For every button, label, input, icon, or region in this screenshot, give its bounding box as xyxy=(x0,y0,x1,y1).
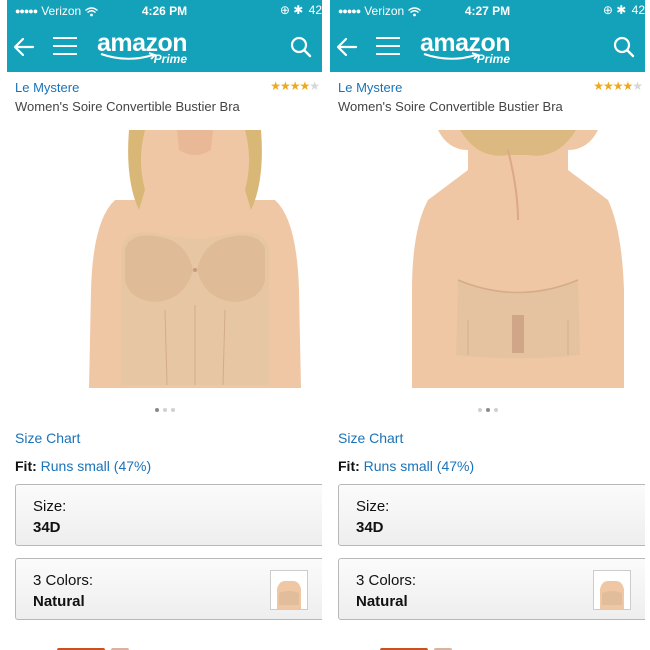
battery-level: 42 xyxy=(631,3,645,17)
star-rating[interactable]: ★★★★★ xyxy=(593,79,643,93)
size-selector[interactable]: Size: 34D xyxy=(15,484,322,546)
product-image-back[interactable] xyxy=(408,130,628,388)
back-arrow-icon[interactable] xyxy=(336,36,358,58)
color-swatch-thumbnail[interactable] xyxy=(270,570,308,610)
fit-label: Fit: xyxy=(338,458,360,474)
empty-star-icon: ★ xyxy=(309,79,320,93)
status-right: ⊕ ✱ 42 xyxy=(603,3,645,17)
clock: 4:27 PM xyxy=(464,4,511,18)
size-value: 34D xyxy=(356,519,384,536)
status-bar: ●●●●● Verizon 4:27 PM ⊕ ✱ 42 xyxy=(330,0,645,22)
smile-arrow-icon xyxy=(423,52,480,60)
size-value: 34D xyxy=(33,519,61,536)
carousel-dot[interactable] xyxy=(154,408,159,412)
half-star-icon: ★ xyxy=(622,79,633,93)
amazon-prime-logo[interactable]: amazon Prime xyxy=(420,30,520,66)
rotation-lock-icon: ⊕ xyxy=(602,3,613,17)
screen-divider xyxy=(323,0,329,650)
size-label: Size: xyxy=(356,498,390,515)
carousel-dot[interactable] xyxy=(170,408,175,412)
empty-star-icon: ★ xyxy=(632,79,643,93)
nav-bar: amazon Prime xyxy=(7,26,322,70)
fit-link[interactable]: Runs small (47%) xyxy=(41,458,151,474)
logo-prime: Prime xyxy=(153,52,187,66)
bluetooth-icon: ✱ xyxy=(293,3,304,17)
header: ●●●●● Verizon 4:27 PM ⊕ ✱ 42 amazon Prime xyxy=(330,0,645,72)
search-icon[interactable] xyxy=(613,36,635,58)
fit-link[interactable]: Runs small (47%) xyxy=(364,458,474,474)
color-selector[interactable]: 3 Colors: Natural xyxy=(338,558,645,620)
color-value: Natural xyxy=(356,593,408,610)
header: ●●●●● Verizon 4:26 PM ⊕ ✱ 42 amazon Prime xyxy=(7,0,322,72)
color-value: Natural xyxy=(33,593,85,610)
carousel-indicator[interactable] xyxy=(7,408,322,412)
size-chart-link[interactable]: Size Chart xyxy=(338,430,403,446)
carousel-dot[interactable] xyxy=(162,408,167,412)
fit-info: Fit: Runs small (47%) xyxy=(338,458,474,474)
back-arrow-icon[interactable] xyxy=(13,36,35,58)
hamburger-menu-icon[interactable] xyxy=(376,37,400,57)
carousel-dot[interactable] xyxy=(485,408,490,412)
price-partial xyxy=(380,640,460,650)
clock: 4:26 PM xyxy=(141,4,188,18)
color-selector[interactable]: 3 Colors: Natural xyxy=(15,558,322,620)
hamburger-menu-icon[interactable] xyxy=(53,37,77,57)
rotation-lock-icon: ⊕ xyxy=(279,3,290,17)
half-star-icon: ★ xyxy=(299,79,310,93)
logo-prime: Prime xyxy=(476,52,510,66)
price-partial xyxy=(57,640,137,650)
color-swatch-thumbnail[interactable] xyxy=(593,570,631,610)
colors-label: 3 Colors: xyxy=(33,572,94,589)
brand-link[interactable]: Le Mystere xyxy=(338,80,402,95)
product-image-front[interactable] xyxy=(85,130,305,388)
search-icon[interactable] xyxy=(290,36,312,58)
fit-info: Fit: Runs small (47%) xyxy=(15,458,151,474)
screen-left: ●●●●● Verizon 4:26 PM ⊕ ✱ 42 amazon Prime… xyxy=(7,0,322,650)
size-chart-link[interactable]: Size Chart xyxy=(15,430,80,446)
carousel-indicator[interactable] xyxy=(330,408,645,412)
carousel-dot[interactable] xyxy=(493,408,498,412)
status-bar: ●●●●● Verizon 4:26 PM ⊕ ✱ 42 xyxy=(7,0,322,22)
colors-label: 3 Colors: xyxy=(356,572,417,589)
star-rating[interactable]: ★★★★★ xyxy=(270,79,320,93)
bluetooth-icon: ✱ xyxy=(616,3,627,17)
smile-arrow-icon xyxy=(100,52,157,60)
fit-label: Fit: xyxy=(15,458,37,474)
product-title: Women's Soire Convertible Bustier Bra xyxy=(338,99,563,114)
brand-link[interactable]: Le Mystere xyxy=(15,80,79,95)
amazon-prime-logo[interactable]: amazon Prime xyxy=(97,30,197,66)
nav-bar: amazon Prime xyxy=(330,26,645,70)
size-label: Size: xyxy=(33,498,67,515)
status-right: ⊕ ✱ 42 xyxy=(280,3,322,17)
size-selector[interactable]: Size: 34D xyxy=(338,484,645,546)
screen-right: ●●●●● Verizon 4:27 PM ⊕ ✱ 42 amazon Prime… xyxy=(330,0,645,650)
carousel-dot[interactable] xyxy=(477,408,482,412)
product-title: Women's Soire Convertible Bustier Bra xyxy=(15,99,240,114)
battery-level: 42 xyxy=(308,3,322,17)
